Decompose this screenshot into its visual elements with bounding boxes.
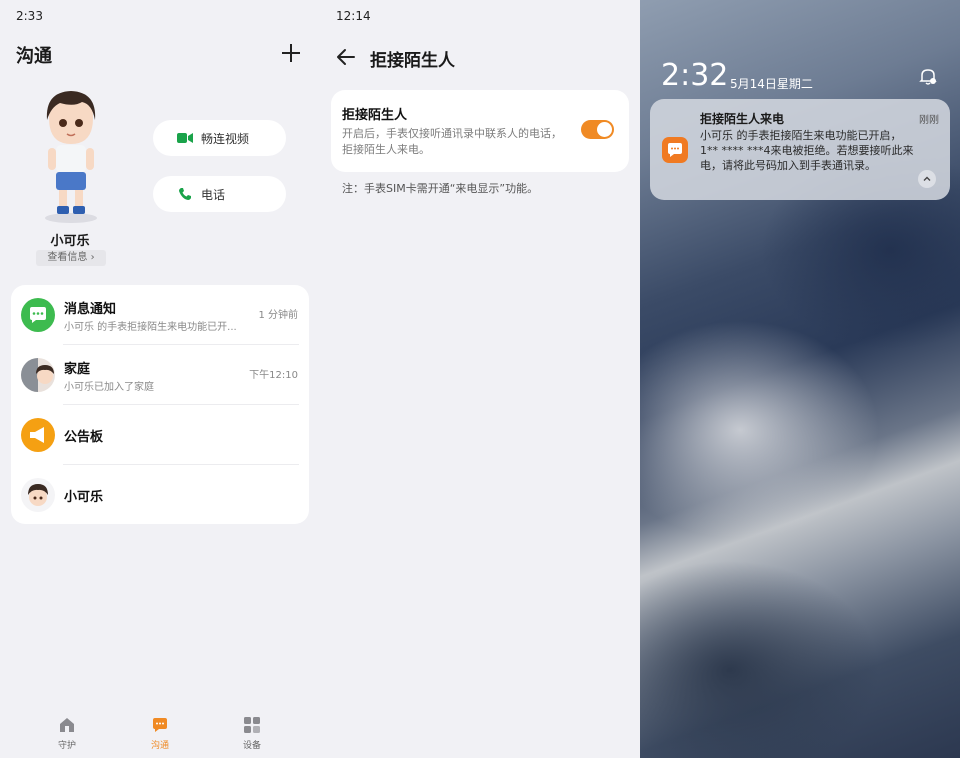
chevron-right-icon: › [87,252,95,263]
status-bar-time: 2:33 [16,9,43,23]
setting-description: 开启后，手表仅接听通讯录中联系人的电话，拒接陌生人来电。 [342,127,562,156]
communication-screen: 2:33 沟通 小可乐 查看信息 › 畅连视频 电话 消息通知 小可乐 的手表拒… [0,0,320,758]
notification-time: 刚刚 [919,115,939,126]
contact-name: 小可乐 [50,234,90,249]
collapse-chevron-icon[interactable] [918,170,936,188]
setting-title: 拒接陌生人 [342,108,408,123]
tab-label: 设备 [242,741,261,751]
child-avatar-figure[interactable] [36,90,106,225]
megaphone-icon [21,418,55,452]
page-title: 沟通 [16,46,52,67]
list-item-subtitle: 小可乐已加入了家庭 [64,382,154,393]
wallpaper-shape [640,320,880,540]
list-item-title: 家庭 [64,362,91,377]
toggle-knob [597,122,612,137]
tab-devices[interactable]: 设备 [222,716,282,751]
notification-settings-bell-icon[interactable] [918,66,938,86]
app-chat-icon [662,137,688,163]
list-item-message-notice[interactable]: 消息通知 小可乐 的手表拒接陌生来电功能已开... 1 分钟前 [11,285,309,345]
wallpaper-shape [640,560,880,758]
list-item-contact[interactable]: 小可乐 [11,465,309,525]
tab-label: 沟通 [150,741,169,751]
tab-label: 守护 [57,741,76,751]
home-icon [60,718,74,732]
list-item-title: 小可乐 [64,490,104,505]
view-info-label: 查看信息 [47,252,88,263]
video-camera-icon [177,131,193,145]
add-icon[interactable] [280,42,302,64]
lock-screen-date: 5月14日星期二 [730,77,813,91]
list-item-time: 1 分钟前 [258,310,298,321]
list-item-title: 消息通知 [64,302,117,317]
list-item-time: 下午12:10 [249,370,298,381]
notification-title: 拒接陌生人来电 [700,112,785,126]
lock-screen-time: 2:32 [661,58,729,93]
conversation-list: 消息通知 小可乐 的手表拒接陌生来电功能已开... 1 分钟前 家庭 小可乐已加… [11,285,309,524]
grid-icon [244,717,260,733]
back-arrow-icon[interactable] [336,48,356,66]
bottom-tab-bar: 守护 沟通 设备 [0,712,320,758]
phone-call-label: 电话 [201,187,226,202]
list-item-subtitle: 小可乐 的手表拒接陌生来电功能已开... [64,322,237,333]
contact-avatar-icon [21,478,55,512]
notification-body: 小可乐 的手表拒接陌生来电功能已开启，1** **** ***4来电被拒绝。若想… [700,129,914,172]
screenshot-stage: 2:33 沟通 小可乐 查看信息 › 畅连视频 电话 消息通知 小可乐 的手表拒… [0,0,960,758]
list-item-family[interactable]: 家庭 小可乐已加入了家庭 下午12:10 [11,345,309,405]
chat-icon [153,718,167,732]
phone-call-button[interactable]: 电话 [153,176,286,212]
page-title: 拒接陌生人 [370,51,455,71]
view-info-link[interactable]: 查看信息 › [36,250,106,266]
sim-note: 注：手表SIM卡需开通“来电显示”功能。 [342,182,539,195]
tab-guard[interactable]: 守护 [37,716,97,751]
status-bar-time: 12:14 [336,9,371,23]
list-item-title: 公告板 [64,430,104,445]
family-avatar-icon [21,358,55,392]
tab-communication[interactable]: 沟通 [130,716,190,751]
video-call-button[interactable]: 畅连视频 [153,120,286,156]
reject-strangers-toggle[interactable] [581,120,614,139]
notification-card[interactable]: 拒接陌生人来电 刚刚 小可乐 的手表拒接陌生来电功能已开启，1** **** *… [650,99,950,200]
reject-strangers-setting: 拒接陌生人 开启后，手表仅接听通讯录中联系人的电话，拒接陌生人来电。 [331,90,629,172]
message-bubble-icon [21,298,55,332]
video-call-label: 畅连视频 [201,131,250,146]
list-item-bulletin[interactable]: 公告板 [11,405,309,465]
phone-icon [177,187,193,201]
